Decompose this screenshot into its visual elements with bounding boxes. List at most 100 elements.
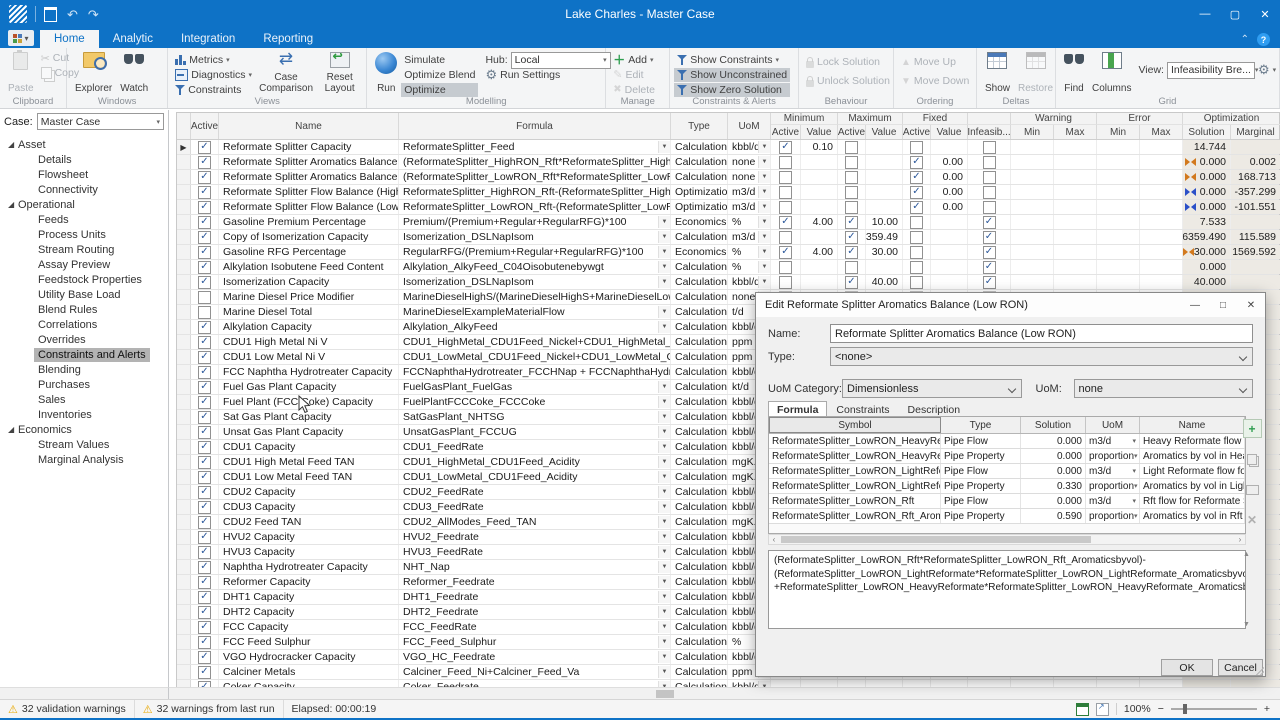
name-input[interactable]: Reformate Splitter Aromatics Balance (Lo… <box>830 324 1253 343</box>
checkbox[interactable]: ✓ <box>198 456 211 469</box>
column-header-warning-min[interactable]: Min <box>1011 125 1054 139</box>
cell-fixOn[interactable]: ✓ <box>903 155 931 169</box>
checkbox[interactable] <box>845 201 858 214</box>
delete-button[interactable]: ✖Delete <box>610 83 658 97</box>
uom-dropdown-icon[interactable]: ▼ <box>758 141 770 153</box>
sidebar-item-sales[interactable]: Sales <box>0 392 168 407</box>
formula-dropdown-icon[interactable]: ▼ <box>658 651 670 663</box>
symbols-scrollbar[interactable]: ‹ › <box>768 534 1246 545</box>
checkbox[interactable]: ✓ <box>198 561 211 574</box>
cell-active[interactable]: ✓ <box>191 170 219 184</box>
checkbox[interactable] <box>779 156 792 169</box>
cell-maxOn[interactable]: ✓ <box>838 275 866 289</box>
zoom-slider[interactable] <box>1171 708 1257 710</box>
cell-active[interactable]: ✓ <box>191 365 219 379</box>
checkbox[interactable]: ✓ <box>198 531 211 544</box>
formula-dropdown-icon[interactable]: ▼ <box>658 321 670 333</box>
symbols-column-header-name[interactable]: Name <box>1140 417 1245 433</box>
checkbox[interactable] <box>845 156 858 169</box>
formula-dropdown-icon[interactable]: ▼ <box>658 411 670 423</box>
checkbox[interactable]: ✓ <box>198 336 211 349</box>
cell-active[interactable]: ✓ <box>191 245 219 259</box>
dialog-maximize-button[interactable]: □ <box>1209 293 1237 317</box>
checkbox[interactable] <box>779 201 792 214</box>
checkbox[interactable]: ✓ <box>198 231 211 244</box>
cell-infeas[interactable] <box>968 140 1011 154</box>
cell-minOn[interactable] <box>771 185 801 199</box>
cell-active[interactable]: ✓ <box>191 575 219 589</box>
formula-dropdown-icon[interactable]: ▼ <box>658 531 670 543</box>
deltas-restore-button[interactable]: Restore <box>1014 51 1057 95</box>
checkbox[interactable]: ✓ <box>910 201 923 214</box>
formula-dropdown-icon[interactable]: ▼ <box>658 486 670 498</box>
formula-dropdown-icon[interactable]: ▼ <box>658 576 670 588</box>
cell-active[interactable]: ✓ <box>191 605 219 619</box>
cell-active[interactable]: ✓ <box>191 545 219 559</box>
run-button[interactable]: Run <box>371 51 401 95</box>
checkbox[interactable] <box>845 186 858 199</box>
checkbox[interactable]: ✓ <box>198 546 211 559</box>
lock-solution-button[interactable]: Lock Solution <box>803 55 893 69</box>
tab-analytic[interactable]: Analytic <box>99 30 167 48</box>
uom-dropdown-icon[interactable]: ▾ <box>1132 437 1136 445</box>
cell-active[interactable]: ✓ <box>191 260 219 274</box>
table-row[interactable]: ✓Gasoline RFG PercentageRegularRFG/(Prem… <box>177 245 1279 260</box>
formula-dropdown-icon[interactable]: ▼ <box>658 471 670 483</box>
column-header-warning-max[interactable]: Max <box>1054 125 1097 139</box>
cell-infeas[interactable]: ✓ <box>968 215 1011 229</box>
cell-active[interactable]: ✓ <box>191 320 219 334</box>
cell-maxOn[interactable] <box>838 200 866 214</box>
cell-fixOn[interactable] <box>903 245 931 259</box>
checkbox[interactable]: ✓ <box>845 276 858 289</box>
sidebar-item-utility-base-load[interactable]: Utility Base Load <box>0 287 168 302</box>
last-run-warnings[interactable]: ⚠ 32 warnings from last run <box>135 700 284 718</box>
column-header-optimization-solution[interactable]: Solution <box>1183 125 1231 139</box>
column-header-indicator[interactable] <box>177 113 191 139</box>
column-header-infeasib[interactable]: Infeasib... <box>968 125 1011 139</box>
sheet-view-icon[interactable] <box>1076 703 1089 716</box>
paste-button[interactable]: Paste <box>4 51 38 95</box>
checkbox[interactable]: ✓ <box>845 216 858 229</box>
checkbox[interactable]: ✓ <box>910 156 923 169</box>
close-button[interactable]: ✕ <box>1250 0 1280 28</box>
checkbox[interactable] <box>779 261 792 274</box>
cell-minOn[interactable] <box>771 275 801 289</box>
move-up-button[interactable]: Move Up <box>898 55 972 69</box>
scroll-left-icon[interactable]: ‹ <box>769 535 779 544</box>
sidebar-item-blending[interactable]: Blending <box>0 362 168 377</box>
cell-active[interactable]: ✓ <box>191 500 219 514</box>
symbols-column-header-solution[interactable]: Solution <box>1021 417 1086 433</box>
formula-dropdown-icon[interactable]: ▼ <box>658 606 670 618</box>
undo-icon[interactable]: ↶ <box>67 8 78 21</box>
cell-active[interactable]: ✓ <box>191 410 219 424</box>
formula-dropdown-icon[interactable]: ▼ <box>658 306 670 318</box>
sidebar-item-assay-preview[interactable]: Assay Preview <box>0 257 168 272</box>
dialog-close-button[interactable]: ✕ <box>1237 293 1265 317</box>
show-unconstrained-button[interactable]: Show Unconstrained <box>674 68 790 82</box>
cell-fixOn[interactable] <box>903 275 931 289</box>
checkbox[interactable]: ✓ <box>198 141 211 154</box>
checkbox[interactable] <box>910 276 923 289</box>
cell-maxOn[interactable]: ✓ <box>838 245 866 259</box>
checkbox[interactable]: ✓ <box>198 276 211 289</box>
sidebar-item-feeds[interactable]: Feeds <box>0 212 168 227</box>
resize-grip[interactable] <box>1256 667 1264 675</box>
formula-dropdown-icon[interactable]: ▼ <box>658 441 670 453</box>
cell-active[interactable]: ✓ <box>191 425 219 439</box>
checkbox[interactable] <box>198 291 211 304</box>
table-row[interactable]: ✓Reformate Splitter Aromatics Balance (L… <box>177 170 1279 185</box>
cell-maxOn[interactable]: ✓ <box>838 215 866 229</box>
cell-active[interactable]: ✓ <box>191 635 219 649</box>
column-header-fixed-value[interactable]: Value <box>931 125 968 139</box>
checkbox[interactable]: ✓ <box>983 231 996 244</box>
validation-warnings[interactable]: ⚠ 32 validation warnings <box>0 700 135 718</box>
show-zero-solution-button[interactable]: Show Zero Solution <box>674 83 790 97</box>
symbols-column-header-type[interactable]: Type <box>941 417 1021 433</box>
checkbox[interactable] <box>845 141 858 154</box>
checkbox[interactable]: ✓ <box>983 246 996 259</box>
scrollbar-thumb[interactable] <box>781 536 1091 543</box>
app-menu-button[interactable]: ▾ <box>8 30 34 46</box>
checkbox[interactable] <box>779 276 792 289</box>
add-symbol-button[interactable]: + <box>1243 419 1262 438</box>
symbols-column-header-uom[interactable]: UoM <box>1086 417 1140 433</box>
